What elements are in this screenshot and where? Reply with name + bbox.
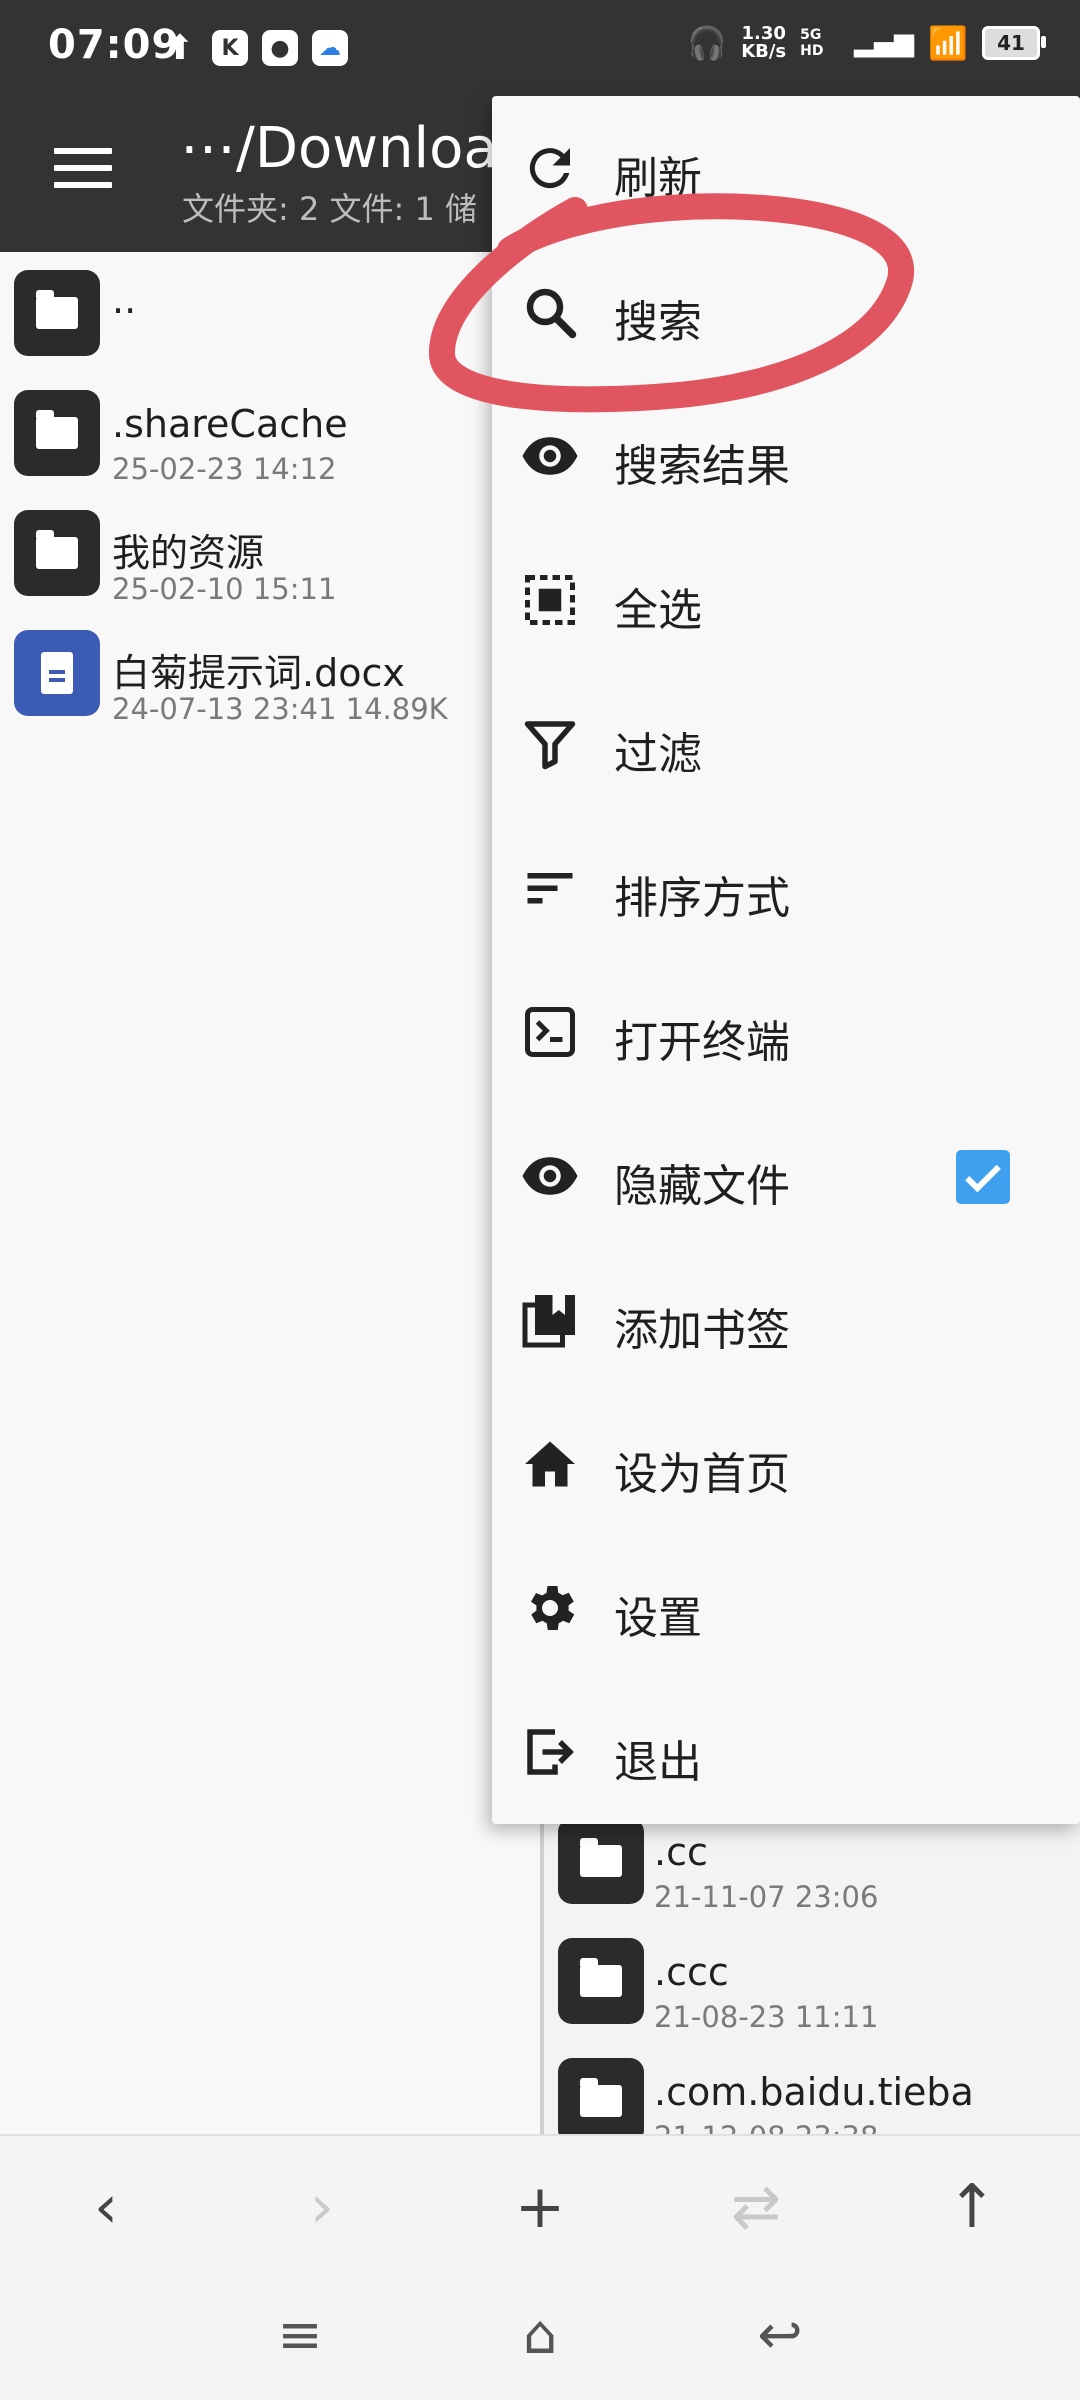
home-icon[interactable]: ⌂ — [500, 2300, 580, 2370]
menu-label: 刷新 — [614, 153, 702, 204]
file-name: 白菊提示词.docx — [112, 651, 405, 695]
file-meta: 25-02-10 15:11 — [112, 572, 337, 606]
filter-icon — [520, 714, 580, 774]
file-name: .. — [112, 278, 137, 322]
signal-icon: ▂▄▆ — [854, 28, 915, 58]
overflow-menu: 刷新 搜索 搜索结果 全选 过滤 排序方式 打开终端 隐藏文件 添加书签 设为首… — [492, 96, 1080, 1824]
search-icon — [520, 282, 580, 342]
folder-icon — [558, 1818, 644, 1904]
menu-label: 设为首页 — [614, 1449, 790, 1500]
folder-icon — [14, 270, 100, 356]
net-speed: 1.30 KB/s — [741, 25, 786, 61]
select-all-icon — [520, 570, 580, 630]
battery-icon: 41 — [982, 26, 1046, 60]
menu-label: 退出 — [614, 1737, 702, 1788]
menu-item-sort[interactable]: 排序方式 — [492, 816, 1080, 960]
home-icon — [520, 1434, 580, 1494]
swap-icon[interactable]: ⇄ — [716, 2172, 796, 2242]
folder-icon — [558, 1938, 644, 2024]
add-icon[interactable]: + — [500, 2172, 580, 2242]
refresh-icon — [520, 138, 580, 198]
file-meta: 21-11-07 23:06 — [654, 1880, 879, 1914]
hamburger-menu-icon[interactable] — [54, 148, 112, 199]
menu-item-hidden-files[interactable]: 隐藏文件 — [492, 1104, 1080, 1248]
list-item[interactable]: .shareCache 25-02-23 14:12 — [0, 372, 540, 492]
file-meta: 25-02-23 14:12 — [112, 452, 337, 486]
document-icon — [14, 630, 100, 716]
list-item[interactable]: 我的资源 25-02-10 15:11 — [0, 492, 540, 612]
gear-icon — [520, 1578, 580, 1638]
app-k-icon: K — [212, 30, 248, 66]
signal-label: 5G HD — [800, 27, 824, 59]
folder-icon — [558, 2058, 644, 2144]
menu-label: 全选 — [614, 585, 702, 636]
menu-item-refresh[interactable]: 刷新 — [492, 96, 1080, 240]
menu-label: 设置 — [614, 1593, 702, 1644]
sort-icon — [520, 858, 580, 918]
status-notification-icons: ⬆ K ● ☁ — [162, 28, 348, 68]
menu-label: 添加书签 — [614, 1305, 790, 1356]
terminal-icon — [520, 1002, 580, 1062]
status-right: 🎧 1.30 KB/s 5G HD ▂▄▆ 📶 41 — [687, 24, 1046, 62]
folder-icon — [14, 390, 100, 476]
current-path: ⋯/Downloac — [180, 116, 529, 181]
file-name: 我的资源 — [112, 531, 265, 575]
list-item[interactable]: 白菊提示词.docx 24-07-13 23:41 14.89K — [0, 612, 540, 732]
list-item[interactable]: .. — [0, 252, 540, 372]
menu-label: 搜索 — [614, 297, 702, 348]
menu-label: 隐藏文件 — [614, 1161, 790, 1212]
menu-icon[interactable]: ≡ — [260, 2300, 340, 2370]
menu-label: 排序方式 — [614, 873, 790, 924]
up-icon[interactable]: ↑ — [932, 2172, 1012, 2242]
eye-icon — [520, 1146, 580, 1206]
wifi-icon: 📶 — [928, 24, 968, 62]
file-name: .com.baidu.tieba — [654, 2070, 974, 2114]
back-icon[interactable]: ↩ — [740, 2300, 820, 2370]
eye-icon — [520, 426, 580, 486]
menu-item-search-results[interactable]: 搜索结果 — [492, 384, 1080, 528]
menu-label: 打开终端 — [614, 1017, 790, 1068]
menu-item-set-home[interactable]: 设为首页 — [492, 1392, 1080, 1536]
app-cloud-icon: ☁ — [312, 30, 348, 66]
exit-icon — [520, 1722, 580, 1782]
bookmark-icon — [520, 1290, 580, 1350]
menu-item-select-all[interactable]: 全选 — [492, 528, 1080, 672]
file-name: .ccc — [654, 1950, 729, 1994]
menu-label: 搜索结果 — [614, 441, 790, 492]
upload-icon: ⬆ — [165, 28, 195, 68]
menu-item-add-bookmark[interactable]: 添加书签 — [492, 1248, 1080, 1392]
hidden-files-checkbox[interactable] — [956, 1150, 1010, 1204]
back-icon[interactable]: ‹ — [66, 2172, 146, 2242]
net-speed-unit: KB/s — [741, 41, 787, 62]
folder-icon — [14, 510, 100, 596]
bottom-toolbar: ‹ › + ⇄ ↑ — [0, 2134, 1080, 2276]
menu-item-search[interactable]: 搜索 — [492, 240, 1080, 384]
qq-icon: ● — [262, 30, 298, 66]
status-time: 07:09 — [48, 22, 181, 68]
file-meta: 21-08-23 11:11 — [654, 2000, 879, 2034]
list-item[interactable]: .ccc 21-08-23 11:11 — [544, 1920, 1080, 2040]
file-meta: 24-07-13 23:41 14.89K — [112, 692, 448, 726]
forward-icon[interactable]: › — [282, 2172, 362, 2242]
file-name: .cc — [654, 1830, 708, 1874]
right-file-pane: .cc 21-11-07 23:06 .ccc 21-08-23 11:11 .… — [540, 1800, 1080, 2154]
menu-item-settings[interactable]: 设置 — [492, 1536, 1080, 1680]
system-nav-bar: ≡ ⌂ ↩ — [0, 2274, 1080, 2400]
file-name: .shareCache — [112, 402, 348, 446]
menu-item-exit[interactable]: 退出 — [492, 1680, 1080, 1824]
menu-item-terminal[interactable]: 打开终端 — [492, 960, 1080, 1104]
file-list: .. .shareCache 25-02-23 14:12 我的资源 25-02… — [0, 252, 540, 732]
menu-item-filter[interactable]: 过滤 — [492, 672, 1080, 816]
status-bar: 07:09 ⬆ K ● ☁ 🎧 1.30 KB/s 5G HD ▂▄▆ 📶 41 — [0, 0, 1080, 96]
folder-summary: 文件夹: 2 文件: 1 储 — [182, 190, 477, 228]
headphones-icon: 🎧 — [687, 24, 728, 62]
menu-label: 过滤 — [614, 729, 702, 780]
